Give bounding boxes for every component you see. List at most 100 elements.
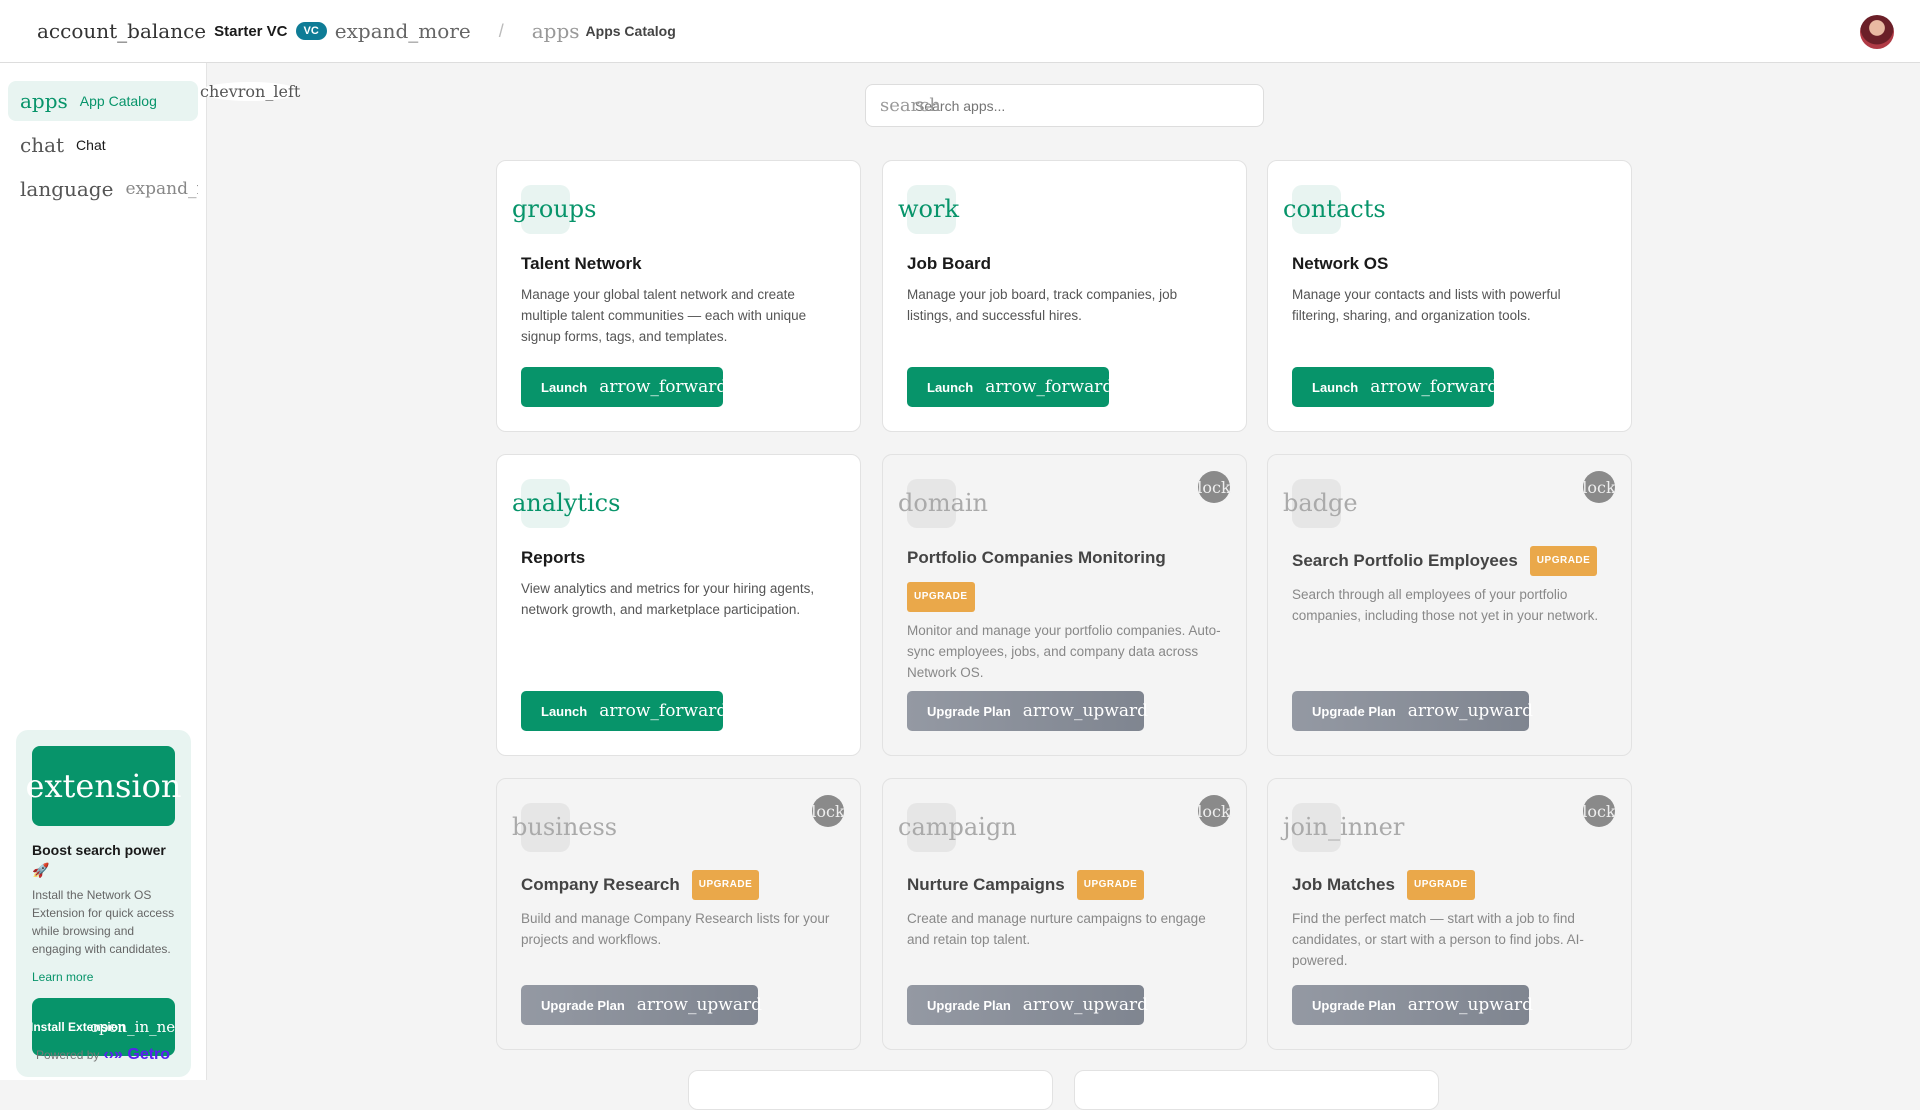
app-title-row: Job Board [907,252,1222,276]
groups-icon: groups [512,185,596,234]
org-badge: VC [295,22,327,40]
app-card: business lock Company Research UPGRADE Build… [496,778,861,1050]
powered-by-label: Powered by [36,1048,100,1062]
apps-icon: apps [531,19,580,43]
lock-icon: lock [1582,795,1616,827]
icon-glyph: groups [512,195,597,223]
app-card: contacts Network OS Manage your contacts a… [1267,160,1632,432]
app-description: Manage your global talent network and cr… [521,287,807,344]
promo-title: Boost search power 🚀 [32,842,166,878]
breadcrumb-apps-catalog[interactable]: Apps Catalog [586,23,676,39]
sidebar-item-language[interactable]: language expand_more [8,169,198,209]
getro-logo[interactable]: ‹›» Getro [103,1046,170,1064]
app-title-row: Search Portfolio Employees UPGRADE [1292,546,1607,576]
upgrade-plan-button[interactable]: Upgrade Plan arrow_upward [1292,691,1533,731]
upgrade-plan-button[interactable]: Upgrade Plan arrow_upward [1292,985,1533,1025]
business-icon: business [512,803,617,852]
icon-glyph: analytics [512,489,621,517]
button-label: Launch [1312,379,1359,395]
upgrade-badge: UPGRADE [907,582,975,612]
lock-icon: lock [1582,471,1616,503]
icon-glyph: work [898,195,960,223]
app-card: work Job Board Manage your job board, trac… [882,160,1247,432]
icon-glyph: contacts [1283,195,1386,223]
app-title: Nurture Campaigns [907,875,1065,894]
upgrade-plan-button[interactable]: Upgrade Plan arrow_upward [521,985,762,1025]
button-label: Upgrade Plan [927,703,1011,719]
app-title: Job Board [907,254,992,273]
promo-text: Install the Network OS Extension for qui… [32,888,175,956]
icon-glyph: badge [1283,489,1358,517]
sidebar-item-label: App Catalog [79,93,157,109]
launch-button[interactable]: Launch arrow_forward [521,367,727,407]
icon-glyph: domain [898,489,989,517]
apps-icon: apps [20,89,68,113]
extension-promo: extension Boost search power 🚀 Install t… [16,730,191,1077]
arrow-forward-icon: arrow_forward [1370,377,1499,397]
app-description: Create and manage nurture campaigns to e… [907,911,1206,947]
sidebar-item-chat[interactable]: chat Chat [8,125,198,165]
app-card: domain lock Portfolio Companies Monitoring… [882,454,1247,756]
badge-icon: badge [1283,479,1358,528]
icon-glyph: join_inner [1283,813,1405,841]
launch-button[interactable]: Launch arrow_forward [521,691,727,731]
app-title: Reports [521,548,586,567]
sidebar: apps App Catalog chevron_left chat Chat … [0,63,301,1080]
launch-button[interactable]: Launch arrow_forward [907,367,1113,407]
app-description: Monitor and manage your portfolio compan… [907,623,1221,680]
install-extension-label: Install Extension [32,1020,126,1034]
arrow-upward-icon: arrow_upward [1407,995,1533,1015]
arrow-upward-icon: arrow_upward [1407,701,1533,721]
lock-icon: lock [1197,471,1231,503]
upgrade-plan-button[interactable]: Upgrade Plan arrow_upward [907,691,1148,731]
app-description: Manage your job board, track companies, … [907,287,1178,323]
launch-button[interactable]: Launch arrow_forward [1292,367,1498,407]
app-title-row: Network OS [1292,252,1607,276]
app-title: Talent Network [521,254,642,273]
arrow-upward-icon: arrow_upward [1022,995,1148,1015]
extension-icon: extension [26,746,181,826]
chat-icon: chat [20,133,65,157]
app-title-row: Company Research UPGRADE [521,870,836,900]
app-title: Network OS [1292,254,1389,273]
open-in-new-icon: open_in_new [90,1018,175,1036]
app-card: groups Talent Network Manage your global t… [496,160,861,432]
app-title-row: Reports [521,546,836,570]
app-title-row: Talent Network [521,252,836,276]
sidebar-item-app-catalog[interactable]: apps App Catalog [8,81,198,121]
button-label: Upgrade Plan [541,997,625,1013]
arrow-forward-icon: arrow_forward [599,377,728,397]
upgrade-badge: UPGRADE [691,870,760,900]
search-bar: search [865,84,1264,127]
app-title: Company Research [521,875,680,894]
chevron-left-icon[interactable]: chevron_left [200,82,301,101]
app-description: Manage your contacts and lists with powe… [1292,287,1561,323]
upgrade-plan-button[interactable]: Upgrade Plan arrow_upward [907,985,1148,1025]
domain-icon: domain [898,479,988,528]
learn-more-link[interactable]: Learn more [32,970,175,984]
account-balance-icon: account_balance [37,19,207,43]
lock-icon: lock [1197,795,1231,827]
button-label: Upgrade Plan [927,997,1011,1013]
app-card: campaign lock Nurture Campaigns UPGRADE Crea… [882,778,1247,1050]
arrow-upward-icon: arrow_upward [636,995,762,1015]
lock-icon: lock [811,795,845,827]
sidebar-item-label: Chat [76,137,106,153]
expand-more-icon: expand_more [125,179,198,199]
arrow-forward-icon: arrow_forward [985,377,1114,397]
app-description: Search through all employees of your por… [1292,587,1599,623]
app-description: Build and manage Company Research lists … [521,911,830,947]
expand-more-icon[interactable]: expand_more [335,19,471,43]
org-name[interactable]: Starter VC [214,23,287,40]
button-label: Upgrade Plan [1312,997,1396,1013]
contacts-icon: contacts [1283,185,1386,234]
app-title: Job Matches [1292,875,1395,894]
search-input[interactable] [915,97,1255,114]
join-inner-icon: join_inner [1283,803,1404,852]
icon-glyph: campaign [898,813,1017,841]
app-card: badge lock Search Portfolio Employees UPGRA… [1267,454,1632,756]
breadcrumb-separator: / [498,20,504,41]
avatar[interactable] [1860,15,1894,49]
app-card-partial [1074,1070,1439,1110]
app-description: Find the perfect match — start with a jo… [1292,911,1584,968]
